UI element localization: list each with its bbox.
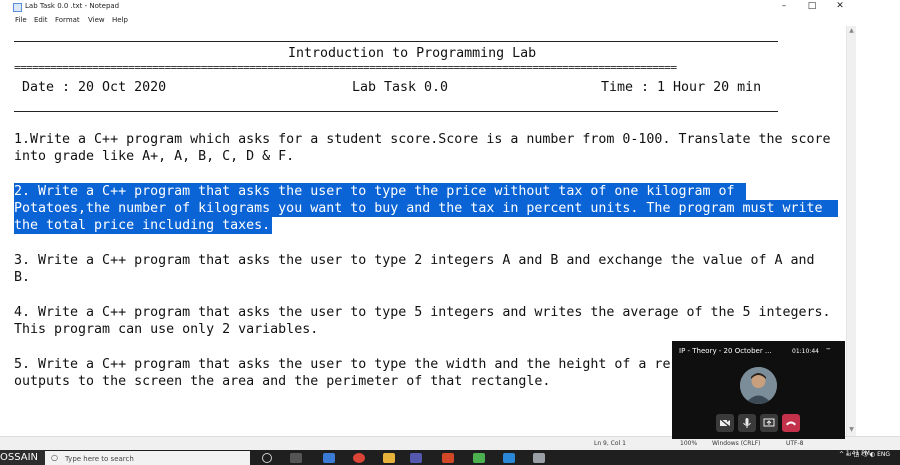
document-header-title: Introduction to Programming Lab [288, 46, 537, 61]
chrome-icon[interactable] [353, 453, 365, 463]
mail-icon[interactable] [503, 453, 515, 463]
notepad-taskbar-icon[interactable] [533, 453, 545, 463]
store-icon[interactable] [473, 453, 485, 463]
minimize-button[interactable]: – [770, 0, 798, 14]
task-text: Lab Task 0.0 [352, 80, 449, 95]
meeting-elapsed-time: 01:10:44 [792, 348, 819, 355]
hang-up-icon[interactable] [782, 414, 800, 432]
time-text: Time : 1 Hour 20 min [601, 80, 762, 95]
question-2-line-1: 2. Write a C++ program that asks the use… [14, 183, 746, 200]
maximize-button[interactable]: □ [798, 0, 826, 14]
status-line-ending: Windows (CRLF) [712, 440, 761, 447]
question-5-line-1: 5. Write a C++ program that asks the use… [14, 357, 671, 372]
divider-bottom [14, 111, 778, 112]
camera-off-icon[interactable] [716, 414, 734, 432]
share-screen-icon[interactable] [760, 414, 778, 432]
question-3-line-2: B. [14, 270, 31, 285]
question-1-line-1: 1.Write a C++ program which asks for a s… [14, 132, 831, 147]
meeting-window[interactable]: IP - Theory - 20 October ... 01:10:44 – [672, 341, 845, 439]
close-button[interactable]: ✕ [826, 0, 854, 14]
microphone-icon[interactable] [738, 414, 756, 432]
taskbar-search-input[interactable]: ○ Type here to search [45, 451, 250, 465]
title-bar: Lab Task 0.0 .txt - Notepad – □ ✕ [0, 0, 900, 14]
question-4-line-2: This program can use only 2 variables. [14, 322, 319, 337]
search-placeholder: Type here to search [65, 455, 134, 463]
powerpoint-icon[interactable] [442, 453, 454, 463]
date-text: Date : 20 Oct 2020 [22, 80, 167, 95]
taskbar: OSSAIN ○ Type here to search ^ ▭ ◫ ◁) ◐ … [0, 450, 900, 465]
vertical-scrollbar[interactable]: ▲ ▼ [846, 26, 856, 436]
menu-edit[interactable]: Edit [34, 16, 48, 24]
cortana-icon[interactable] [262, 453, 272, 463]
task-view-icon[interactable] [290, 453, 302, 463]
teams-icon[interactable] [410, 453, 422, 463]
notepad-icon [13, 3, 22, 12]
status-position: Ln 9, Col 1 [594, 440, 626, 447]
scroll-up-icon[interactable]: ▲ [848, 27, 855, 35]
search-icon: ○ [51, 453, 58, 462]
tray-time: 1:41 PM [845, 450, 870, 457]
question-4-line-1: 4. Write a C++ program that asks the use… [14, 305, 831, 320]
window-title: Lab Task 0.0 .txt - Notepad [25, 2, 120, 10]
question-3-line-1: 3. Write a C++ program that asks the use… [14, 253, 815, 268]
participant-name-tag: OSSAIN [0, 450, 45, 465]
divider-top [14, 41, 778, 42]
edge-icon[interactable] [323, 453, 335, 463]
menu-file[interactable]: File [15, 16, 27, 24]
menu-help[interactable]: Help [112, 16, 128, 24]
question-2-line-3: the total price including taxes. [14, 217, 272, 234]
meeting-minimize-button[interactable]: – [826, 344, 831, 354]
scroll-down-icon[interactable]: ▼ [848, 426, 855, 434]
avatar [740, 367, 777, 404]
menu-view[interactable]: View [88, 16, 105, 24]
menu-bar: File Edit Format View Help [0, 14, 900, 26]
system-tray[interactable]: ^ ▭ ◫ ◁) ◐ ENG 1:41 PM [839, 450, 890, 458]
tray-language: ENG [877, 451, 890, 458]
status-zoom: 100% [680, 440, 698, 447]
file-explorer-icon[interactable] [383, 453, 395, 463]
equals-rule: ========================================… [14, 65, 778, 71]
status-encoding: UTF-8 [786, 440, 804, 447]
meeting-title: IP - Theory - 20 October ... [679, 347, 772, 355]
question-1-line-2: into grade like A+, A, B, C, D & F. [14, 149, 295, 164]
menu-format[interactable]: Format [55, 16, 80, 24]
question-2-line-2: Potatoes,the number of kilograms you wan… [14, 200, 838, 217]
question-5-line-2: outputs to the screen the area and the p… [14, 374, 551, 389]
